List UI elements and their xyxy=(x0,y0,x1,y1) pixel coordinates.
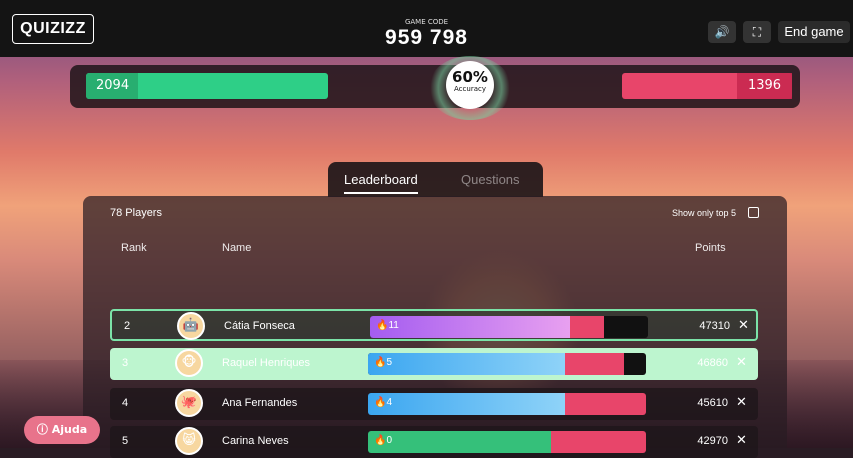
remove-player-icon[interactable]: ✕ xyxy=(738,318,749,333)
avatar: 🐵 xyxy=(175,349,203,377)
active-tab-indicator xyxy=(344,192,418,194)
incorrect-segment xyxy=(570,316,604,338)
tab-bar: Leaderboard Questions xyxy=(328,162,543,197)
row-name: Cátia Fonseca xyxy=(224,320,295,332)
score-bar: 🔥11 xyxy=(370,316,648,338)
table-row[interactable]: 3 🐵 Raquel Henriques 🔥5 46860 ✕ xyxy=(110,348,758,380)
correct-count: 2094 xyxy=(86,73,138,99)
table-row[interactable]: 5 😸 Carina Neves 🔥0 42970 ✕ xyxy=(110,426,758,458)
accuracy-gauge: 60% Accuracy xyxy=(446,61,494,109)
correct-segment xyxy=(368,353,566,375)
sound-button[interactable]: 🔊 xyxy=(708,21,736,43)
streak-badge: 🔥11 xyxy=(376,320,399,331)
question-circle-icon: ⓘ xyxy=(36,423,48,436)
correct-segment xyxy=(368,393,566,415)
top-bar: QUIZIZZ GAME CODE 959 798 🔊 ⛶ End game xyxy=(0,0,853,57)
remove-player-icon[interactable]: ✕ xyxy=(736,433,747,448)
streak-count: 4 xyxy=(386,397,393,408)
streak-count: 11 xyxy=(388,320,399,331)
fullscreen-button[interactable]: ⛶ xyxy=(743,21,771,43)
row-rank: 4 xyxy=(122,397,129,409)
row-points: 45610 xyxy=(697,397,728,409)
show-top-label: Show only top 5 xyxy=(672,208,737,218)
incorrect-segment xyxy=(551,431,646,453)
row-rank: 5 xyxy=(122,435,129,447)
table-row[interactable]: 2 🤖 Cátia Fonseca 🔥11 47310 ✕ xyxy=(110,309,758,341)
row-rank: 2 xyxy=(124,320,131,332)
row-name: Raquel Henriques xyxy=(222,357,311,369)
fullscreen-icon: ⛶ xyxy=(752,25,762,39)
end-game-button[interactable]: End game xyxy=(778,21,850,43)
help-label: Ajuda xyxy=(51,423,88,436)
tab-questions[interactable]: Questions xyxy=(461,172,520,187)
avatar: 🤖 xyxy=(177,312,205,340)
avatar: 🐙 xyxy=(175,389,203,417)
incorrect-segment xyxy=(565,393,646,415)
score-bar: 🔥4 xyxy=(368,393,646,415)
remove-player-icon[interactable]: ✕ xyxy=(736,355,747,370)
row-points: 42970 xyxy=(697,435,728,447)
speaker-icon: 🔊 xyxy=(714,25,730,39)
column-rank: Rank xyxy=(121,242,147,254)
remove-player-icon[interactable]: ✕ xyxy=(736,395,747,410)
avatar: 😸 xyxy=(175,427,203,455)
row-name: Carina Neves xyxy=(222,435,289,447)
correct-segment xyxy=(368,431,552,453)
correct-segment xyxy=(370,316,571,338)
accuracy-label: Accuracy xyxy=(454,85,486,93)
show-top-checkbox[interactable] xyxy=(748,207,759,218)
score-bar: 🔥5 xyxy=(368,353,646,375)
help-button[interactable]: ⓘ Ajuda xyxy=(24,416,100,444)
streak-badge: 🔥0 xyxy=(374,435,393,446)
column-name: Name xyxy=(222,242,252,254)
players-count: 78 Players xyxy=(110,207,162,219)
row-rank: 3 xyxy=(122,357,129,369)
streak-badge: 🔥4 xyxy=(374,397,393,408)
row-points: 47310 xyxy=(699,320,730,332)
incorrect-segment xyxy=(565,353,624,375)
streak-count: 0 xyxy=(386,435,393,446)
table-row[interactable]: 4 🐙 Ana Fernandes 🔥4 45610 ✕ xyxy=(110,388,758,420)
column-points: Points xyxy=(695,242,726,254)
incorrect-count: 1396 xyxy=(737,73,792,99)
accuracy-percent: 60% xyxy=(452,68,488,86)
streak-badge: 🔥5 xyxy=(374,357,393,368)
streak-count: 5 xyxy=(386,357,393,368)
tab-leaderboard[interactable]: Leaderboard xyxy=(344,172,418,187)
row-name: Ana Fernandes xyxy=(222,397,298,409)
score-bar: 🔥0 xyxy=(368,431,646,453)
row-points: 46860 xyxy=(697,357,728,369)
